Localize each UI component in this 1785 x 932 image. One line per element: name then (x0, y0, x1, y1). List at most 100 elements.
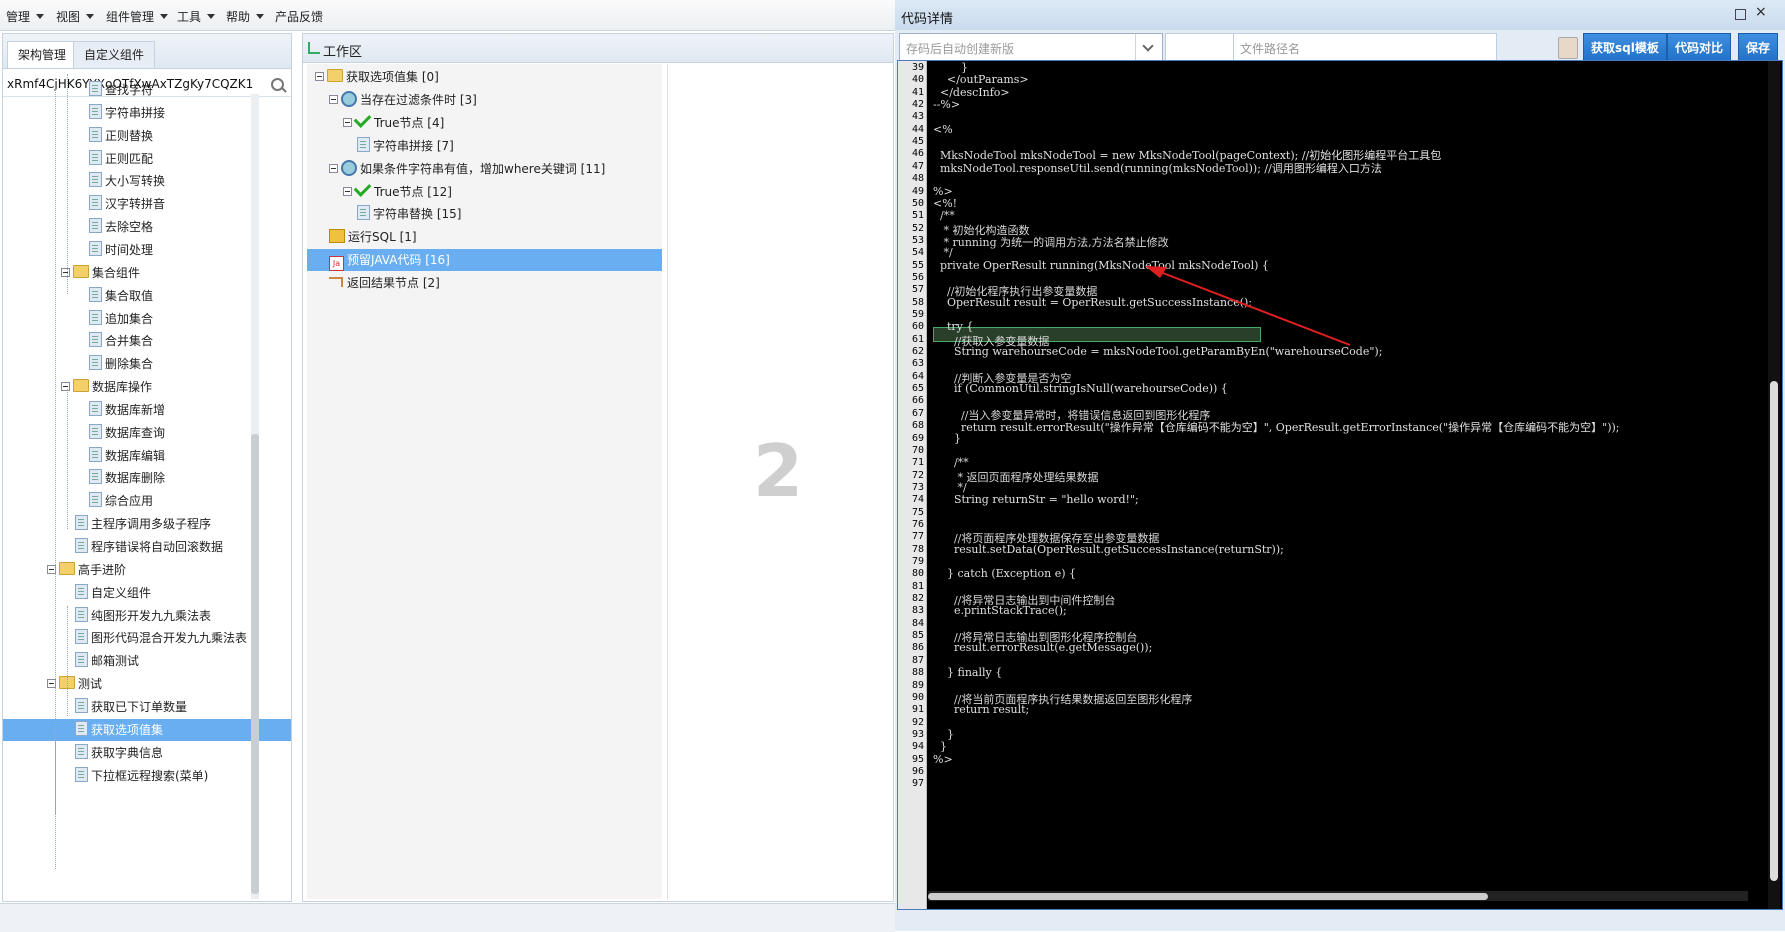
flow-node[interactable]: True节点 [4] (307, 109, 662, 134)
tree-item[interactable]: 数据库查询 (77, 422, 165, 444)
tree-item[interactable]: 获取选项值集 (3, 718, 291, 741)
tree-item[interactable]: 去除空格 (77, 216, 153, 238)
gear-icon (341, 159, 357, 176)
tree-scroll-thumb[interactable] (251, 434, 259, 894)
collapse-icon[interactable] (329, 163, 338, 173)
tree-item[interactable]: 获取已下订单数量 (63, 696, 187, 718)
tree-item[interactable]: 时间处理 (77, 239, 153, 261)
tree-item[interactable]: 数据库删除 (77, 467, 165, 489)
search-icon[interactable] (271, 78, 284, 91)
tab-architecture[interactable]: 架构管理 (7, 41, 78, 68)
line-number: 75 (911, 506, 924, 518)
flow-node[interactable]: 字符串替换 [15] (307, 203, 662, 225)
collapse-icon[interactable] (61, 382, 70, 392)
tree-guide-line (67, 606, 68, 716)
tree-item[interactable]: 数据库编辑 (77, 445, 165, 467)
menu-feedback[interactable]: 产品反馈 (275, 8, 323, 25)
tree-item[interactable]: 下拉框远程搜索(菜单) (63, 765, 208, 787)
tree-scrollbar[interactable] (251, 94, 259, 899)
chevron-down-icon (86, 14, 95, 19)
collapse-icon[interactable] (343, 186, 352, 196)
tree-item[interactable]: 邮箱测试 (63, 650, 139, 672)
flow-node[interactable]: 返回结果节点 [2] (307, 272, 662, 294)
horizontal-scroll-thumb[interactable] (928, 893, 1488, 900)
tree-item-label: 数据库删除 (105, 471, 166, 486)
avatar[interactable] (1558, 37, 1578, 59)
chevron-down-icon[interactable] (1135, 34, 1162, 61)
file-path-input[interactable]: 文件路径名 (1233, 33, 1497, 62)
tree-item[interactable]: 集合取值 (77, 285, 153, 307)
flow-node[interactable]: 如果条件字符串有值，增加where关键词 [11] (307, 158, 662, 180)
tree-item[interactable]: 数据库新增 (77, 399, 165, 421)
tree-item-label: 自定义组件 (91, 585, 152, 600)
line-number: 74 (911, 494, 924, 506)
tree-item[interactable]: 自定义组件 (63, 582, 151, 604)
collapse-icon[interactable] (329, 94, 338, 104)
horizontal-scrollbar[interactable] (928, 891, 1748, 901)
collapse-icon[interactable] (61, 267, 70, 277)
tree-item[interactable]: 汉字转拼音 (77, 193, 165, 215)
tree-item[interactable]: 字符串拼接 (77, 102, 165, 124)
code-line: } (933, 727, 954, 741)
flow-node[interactable]: 当存在过滤条件时 [3] (307, 89, 662, 111)
tree-folder[interactable]: 集合组件 (49, 262, 140, 284)
check-icon (353, 178, 372, 197)
tree-guide-line (55, 734, 56, 814)
version-select[interactable]: 存码后自动创建新版 (899, 33, 1163, 62)
flow-node[interactable]: 获取选项值集 [0] (307, 66, 662, 88)
file-icon (89, 126, 102, 142)
flow-node[interactable]: 运行SQL [1] (307, 226, 662, 248)
menu-view[interactable]: 视图 (56, 8, 95, 25)
line-number: 39 (911, 62, 924, 73)
file-icon (89, 469, 102, 485)
line-number: 64 (911, 370, 924, 382)
architecture-panel: 架构管理 自定义组件 xRmf4CjHK6YYXoOTfXwAxTZgKy7CQ… (2, 33, 292, 902)
tree-item[interactable]: 追加集合 (77, 308, 153, 330)
code-line: */ (933, 480, 967, 494)
code-editor[interactable]: 39 40 41 42 43 44 45 46 47 48 49 50 51 52 53 54 55 56 57 58… (897, 60, 1783, 910)
tree-item[interactable]: 正则替换 (77, 125, 153, 147)
tree-item[interactable]: 大小写转换 (77, 170, 165, 192)
close-icon[interactable]: × (1755, 5, 1767, 19)
tree-folder[interactable]: 测试 (35, 673, 102, 695)
tree-folder[interactable]: 高手进阶 (35, 559, 126, 581)
maximize-icon[interactable] (1735, 9, 1746, 20)
tree-item[interactable]: 纯图形开发九九乘法表 (63, 605, 211, 627)
menu-component-manage[interactable]: 组件管理 (106, 8, 169, 25)
flow-node[interactable]: 字符串拼接 [7] (307, 135, 662, 157)
tree-folder[interactable]: 数据库操作 (49, 376, 152, 398)
line-number: 53 (911, 234, 924, 246)
tree-item[interactable]: 综合应用 (77, 490, 153, 512)
version-field[interactable] (1165, 33, 1235, 62)
collapse-icon[interactable] (343, 117, 352, 127)
tree-item-label: 测试 (78, 677, 103, 692)
tab-custom-components[interactable]: 自定义组件 (73, 41, 156, 68)
tree-item[interactable]: 正则匹配 (77, 148, 153, 170)
tree-item[interactable]: 查找字符 (77, 79, 153, 101)
file-icon (89, 400, 102, 416)
tree-item[interactable]: 程序错误将自动回滚数据 (63, 536, 223, 558)
collapse-icon[interactable] (315, 72, 324, 81)
flow-node[interactable]: Ja 预留JAVA代码 [16] (307, 249, 662, 272)
tree-item[interactable]: 获取字典信息 (63, 742, 163, 764)
menu-manage[interactable]: 管理 (6, 8, 45, 25)
vertical-scrollbar[interactable] (1768, 61, 1780, 909)
folder-icon (73, 264, 89, 278)
tree-item[interactable]: 合并集合 (77, 330, 153, 352)
line-number: 55 (911, 259, 924, 271)
flow-tree: 获取选项值集 [0] 当存在过滤条件时 [3] True节点 [4] 字符串拼接 [7… (307, 64, 662, 899)
menu-tools[interactable]: 工具 (177, 8, 216, 25)
work-title: 工作区 (323, 45, 363, 60)
line-number: 70 (911, 444, 924, 456)
vertical-scroll-thumb[interactable] (1770, 381, 1778, 881)
flow-node[interactable]: True节点 [12] (307, 178, 662, 203)
menu-help[interactable]: 帮助 (226, 8, 265, 25)
line-number: 48 (911, 173, 924, 185)
tree-item[interactable]: 主程序调用多级子程序 (63, 513, 211, 535)
tree-item[interactable]: 删除集合 (77, 353, 153, 375)
flow-node-label: 获取选项值集 [0] (346, 70, 439, 84)
code-line: /** (933, 456, 969, 470)
file-icon (75, 743, 88, 759)
tree-item[interactable]: 图形代码混合开发九九乘法表 (63, 627, 247, 649)
flow-node-label: 字符串替换 [15] (373, 207, 462, 222)
